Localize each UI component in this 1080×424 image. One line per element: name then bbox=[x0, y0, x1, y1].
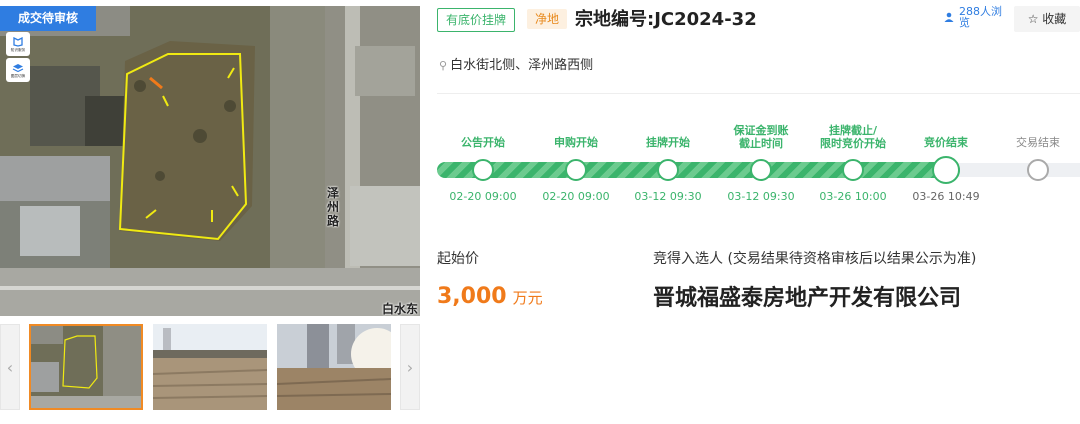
step-time-3: 03-12 09:30 bbox=[634, 190, 702, 203]
starting-price: 3,000 万元 bbox=[437, 283, 543, 312]
step-label-2: 申购开始 bbox=[554, 136, 598, 149]
starting-price-unit: 万元 bbox=[512, 289, 543, 307]
step-label-7: 交易结束 bbox=[1016, 136, 1060, 149]
winner-name: 晋城福盛泰房地产开发有限公司 bbox=[653, 286, 962, 311]
step-time-1: 02-20 09:00 bbox=[449, 190, 517, 203]
step-label-1: 公告开始 bbox=[461, 136, 505, 149]
layer-switch-label: 图层切换 bbox=[10, 72, 26, 78]
thumbnail-field-2[interactable] bbox=[277, 324, 391, 410]
step-label-3: 挂牌开始 bbox=[646, 136, 690, 149]
timeline-bar-remaining bbox=[947, 163, 1080, 177]
thumbnail-field-1[interactable] bbox=[153, 324, 267, 410]
step-dot-7 bbox=[1027, 159, 1049, 181]
knowledge-service-label: 知识服务 bbox=[10, 46, 26, 52]
step-time-2: 02-20 09:00 bbox=[542, 190, 610, 203]
net-land-tag: 净地 bbox=[527, 9, 568, 29]
thumb-next-button[interactable]: › bbox=[400, 324, 420, 410]
favorite-button[interactable]: ☆ 收藏 bbox=[1014, 6, 1080, 32]
divider bbox=[437, 93, 1080, 94]
address: ⚲ 白水街北侧、泽州路西侧 bbox=[439, 54, 593, 73]
aerial-thumbnail-image bbox=[29, 324, 143, 410]
step-dot-3 bbox=[657, 159, 679, 181]
thumbnail-strip: ‹ › bbox=[0, 324, 420, 412]
progress-timeline: 公告开始 申购开始 挂牌开始 保证金到账 截止时间 挂牌截止/ 限时竞价开始 竞… bbox=[437, 118, 1080, 208]
layers-icon bbox=[12, 63, 24, 72]
view-count-text: 288人浏览 bbox=[959, 5, 1002, 29]
thumbnail-aerial[interactable] bbox=[29, 324, 143, 410]
starting-price-value: 3,000 bbox=[437, 284, 507, 309]
step-time-4: 03-12 09:30 bbox=[727, 190, 795, 203]
listing-info-panel: 有底价挂牌 净地 宗地编号:JC2024-32 288人浏览 ☆ 收藏 ⚲ 白水街… bbox=[437, 0, 1080, 424]
step-label-5: 挂牌截止/ 限时竞价开始 bbox=[820, 124, 886, 150]
step-dot-6-current bbox=[932, 156, 960, 184]
location-pin-icon: ⚲ bbox=[439, 59, 448, 72]
chevron-left-icon: ‹ bbox=[6, 357, 14, 377]
step-label-6: 竞价结束 bbox=[924, 136, 968, 149]
road-label-zezhou: 泽州路 bbox=[327, 186, 340, 228]
main-aerial-image[interactable]: 成交待审核 知识服务 图层切换 泽州路 白水东 bbox=[0, 6, 420, 316]
knowledge-service-tool[interactable]: 知识服务 bbox=[6, 32, 30, 56]
timeline-bar-completed bbox=[437, 162, 960, 178]
address-text: 白水街北侧、泽州路西侧 bbox=[450, 58, 594, 73]
field-photo-1 bbox=[153, 324, 267, 410]
person-icon bbox=[944, 12, 954, 22]
thumb-prev-button[interactable]: ‹ bbox=[0, 324, 20, 410]
reserve-price-tag: 有底价挂牌 bbox=[437, 8, 516, 32]
step-label-4: 保证金到账 截止时间 bbox=[733, 124, 789, 150]
step-dot-1 bbox=[472, 159, 494, 181]
step-dot-4 bbox=[750, 159, 772, 181]
winner-label: 竞得入选人 (交易结果待资格审核后以结果公示为准) bbox=[653, 251, 977, 267]
status-badge: 成交待审核 bbox=[0, 6, 96, 31]
starting-price-label: 起始价 bbox=[437, 251, 479, 267]
step-time-6: 03-26 10:49 bbox=[912, 190, 980, 203]
book-icon bbox=[13, 36, 23, 47]
field-photo-2 bbox=[277, 324, 391, 410]
step-dot-5 bbox=[842, 159, 864, 181]
road-label-baishui: 白水东 bbox=[382, 302, 419, 316]
aerial-map bbox=[0, 6, 420, 316]
chevron-right-icon: › bbox=[406, 357, 414, 377]
step-time-5: 03-26 10:00 bbox=[819, 190, 887, 203]
parcel-title: 宗地编号:JC2024-32 bbox=[575, 9, 757, 30]
layer-switch-tool[interactable]: 图层切换 bbox=[6, 58, 30, 82]
step-dot-2 bbox=[565, 159, 587, 181]
